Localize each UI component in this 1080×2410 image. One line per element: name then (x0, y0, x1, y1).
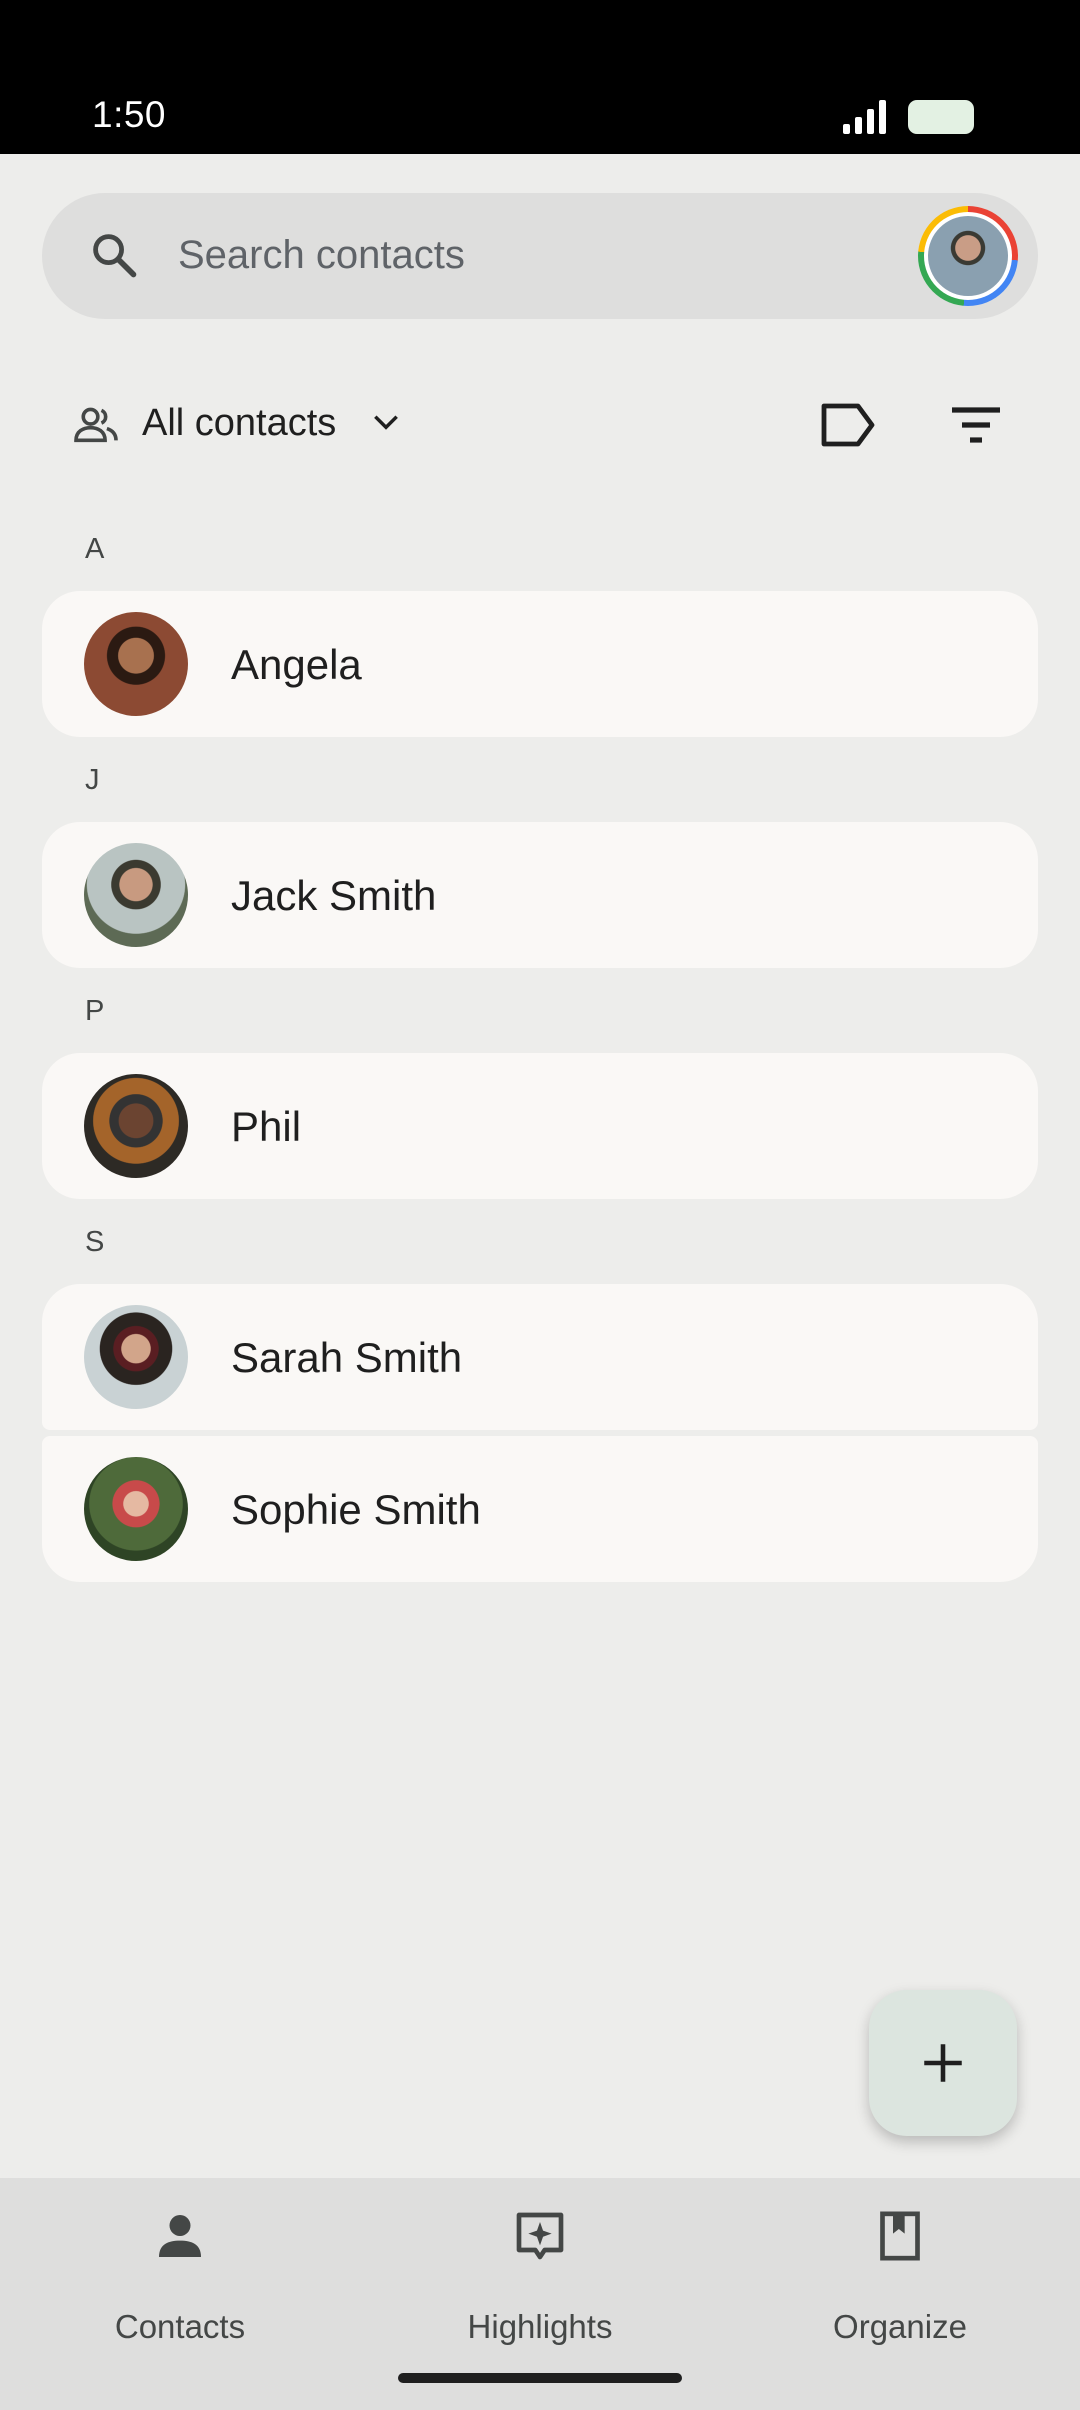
nav-item-organize[interactable]: Organize (720, 2178, 1080, 2378)
sparkle-icon (512, 2208, 568, 2269)
contact-avatar (84, 843, 188, 947)
nav-label: Organize (833, 2308, 967, 2345)
contact-row-sarah-smith[interactable]: Sarah Smith (42, 1284, 1038, 1430)
status-bar: 1:50 (0, 0, 1080, 154)
section-letter: J (85, 764, 100, 796)
section-letter: S (85, 1226, 105, 1258)
contact-avatar (84, 1305, 188, 1409)
contact-avatar (84, 612, 188, 716)
people-icon (74, 404, 118, 449)
contact-avatar (84, 1457, 188, 1561)
filter-icon[interactable] (950, 406, 1002, 449)
signal-icon (843, 100, 891, 139)
nav-label: Contacts (114, 2308, 246, 2345)
contact-row-jack-smith[interactable]: Jack Smith (42, 822, 1038, 968)
filter-row: All contacts (0, 380, 1080, 470)
battery-icon (908, 100, 974, 134)
contact-name: Phil (231, 1103, 302, 1150)
nav-item-highlights[interactable]: Highlights (360, 2178, 720, 2378)
section-letter: A (85, 533, 105, 565)
label-icon[interactable] (820, 402, 876, 453)
contact-name: Jack Smith (231, 872, 437, 919)
person-icon (152, 2208, 208, 2269)
search-input[interactable]: Search contacts (178, 233, 465, 278)
bookmark-icon (872, 2208, 928, 2269)
contact-name: Sarah Smith (231, 1334, 463, 1381)
all-contacts-dropdown[interactable]: All contacts (142, 402, 336, 445)
nav-label: Highlights (467, 2308, 613, 2345)
home-indicator[interactable] (398, 2373, 682, 2383)
add-contact-button[interactable] (869, 1990, 1017, 2136)
account-avatar[interactable] (918, 206, 1018, 306)
contact-row-phil[interactable]: Phil (42, 1053, 1038, 1199)
search-icon (88, 229, 140, 286)
contact-row-sophie-smith[interactable]: Sophie Smith (42, 1436, 1038, 1582)
search-bar[interactable]: Search contacts (42, 193, 1038, 319)
contact-name: Angela (231, 641, 362, 688)
section-letter: P (85, 995, 105, 1027)
chevron-down-icon[interactable] (370, 410, 402, 439)
account-photo (928, 216, 1008, 296)
nav-item-contacts[interactable]: Contacts (0, 2178, 360, 2378)
contact-name: Sophie Smith (231, 1486, 481, 1533)
contact-avatar (84, 1074, 188, 1178)
status-time: 1:50 (92, 94, 167, 135)
contact-row-angela[interactable]: Angela (42, 591, 1038, 737)
plus-icon (918, 2038, 968, 2093)
